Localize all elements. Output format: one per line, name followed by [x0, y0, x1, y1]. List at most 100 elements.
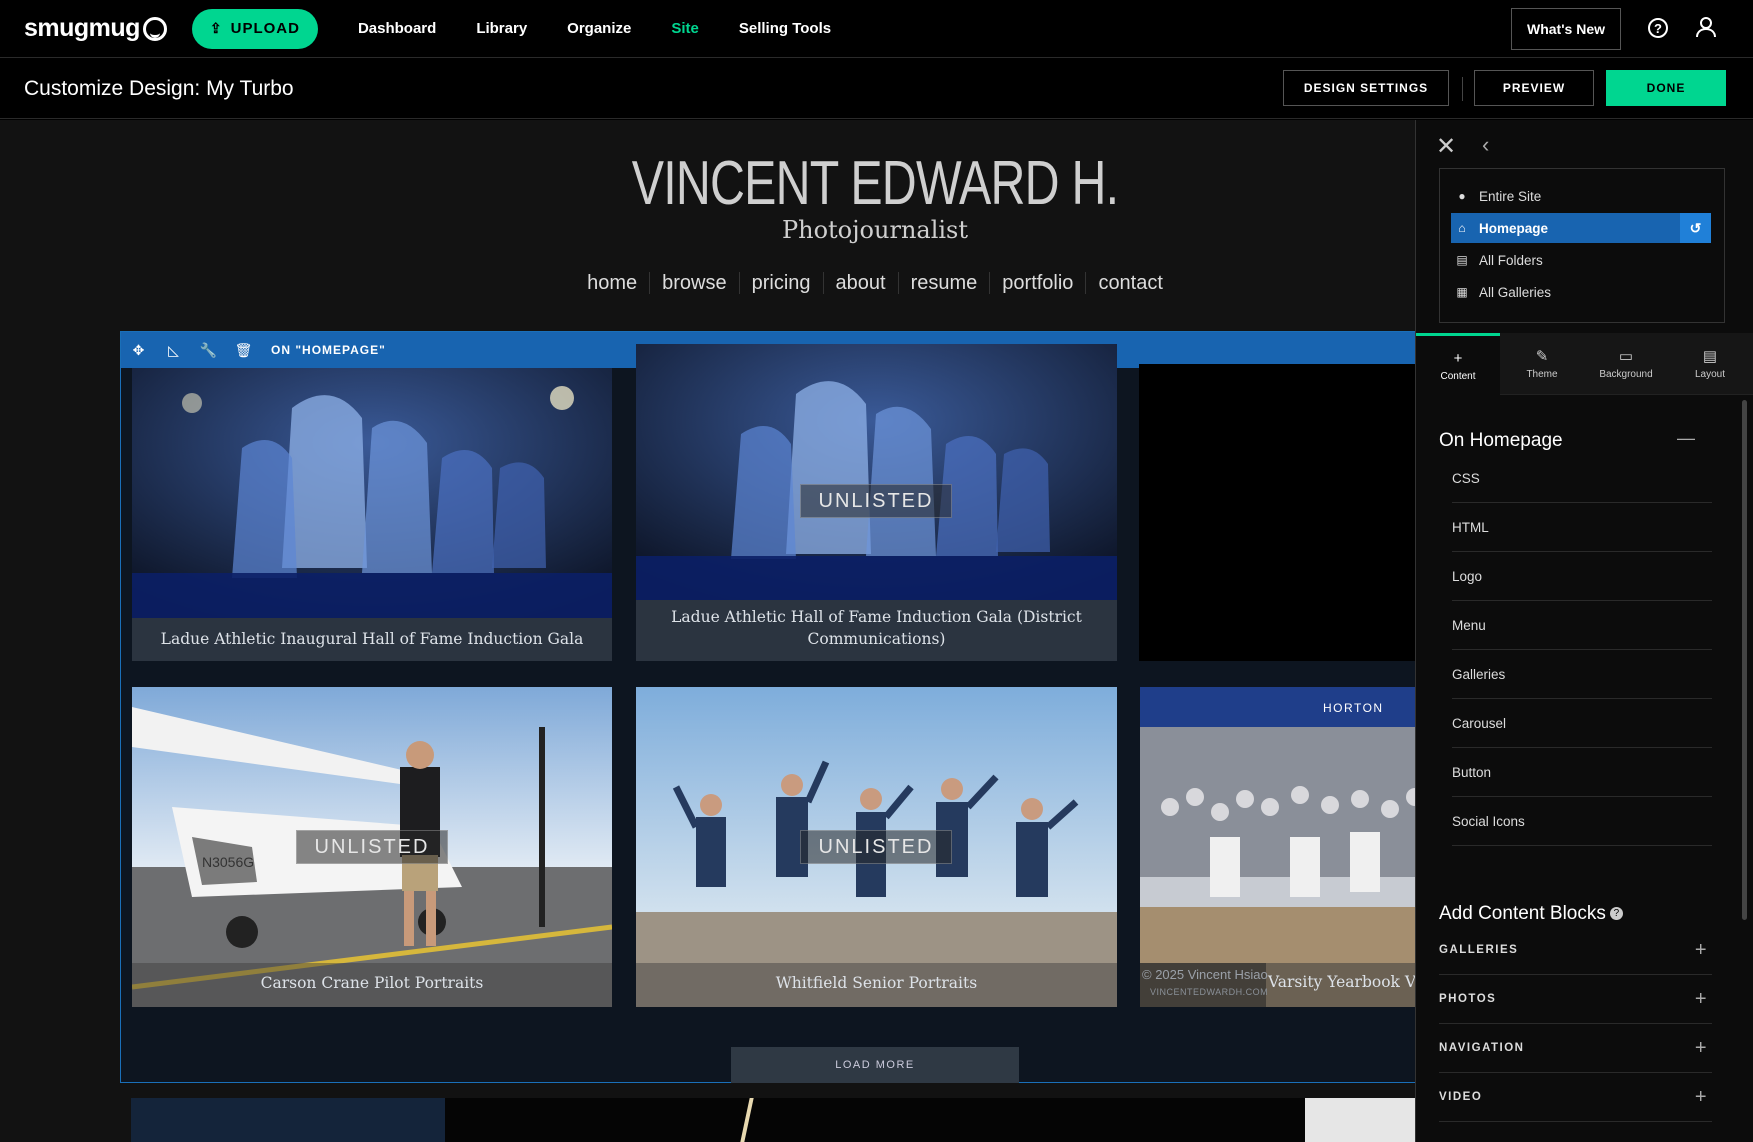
divider [1462, 77, 1463, 101]
unlisted-badge: UNLISTED [800, 484, 952, 518]
preview-button[interactable]: PREVIEW [1474, 70, 1594, 106]
nav-selling-tools[interactable]: Selling Tools [739, 20, 831, 37]
customize-panel: ✕ ‹ ● Entire Site ⌂ Homepage ↺ ▤ All Folders… [1415, 120, 1753, 1142]
gallery-card[interactable]: HORTON © 2025 Vincent Hsiao VINCENTEDWAR… [1140, 687, 1415, 1007]
nav-dashboard[interactable]: Dashboard [358, 20, 436, 37]
close-icon[interactable]: ✕ [1436, 132, 1456, 161]
globe-icon: ● [1458, 189, 1466, 203]
folder-icon: ▤ [1456, 253, 1468, 267]
plus-icon[interactable]: + [1695, 988, 1708, 1011]
nav-library[interactable]: Library [476, 20, 527, 37]
smugmug-logo[interactable]: smugmug [24, 14, 167, 43]
site-menu-resume[interactable]: resume [899, 272, 991, 294]
site-subtitle: Photojournalist [781, 216, 969, 244]
content-item-button[interactable]: Button [1452, 748, 1712, 797]
tab-background[interactable]: ▭ Background [1584, 333, 1668, 395]
gallery-card[interactable]: UNLISTED Ladue Athletic Hall of Fame Ind… [636, 344, 1117, 661]
gallery-icon: ▦ [1456, 285, 1468, 299]
add-video-row[interactable]: VIDEO + [1439, 1073, 1712, 1122]
scope-entire-site[interactable]: ● Entire Site [1451, 181, 1711, 211]
customize-bar: Customize Design: My Turbo DESIGN SETTIN… [0, 59, 1753, 119]
design-settings-button[interactable]: DESIGN SETTINGS [1283, 70, 1449, 106]
smugmug-face-icon [142, 16, 167, 41]
load-more-button[interactable]: LOAD MORE [731, 1047, 1019, 1083]
tab-content[interactable]: + Content [1416, 333, 1500, 395]
gallery-card[interactable] [1139, 344, 1415, 661]
content-item-galleries[interactable]: Galleries [1452, 650, 1712, 699]
trash-icon[interactable]: 🗑 [226, 342, 261, 359]
site-menu-pricing[interactable]: pricing [740, 272, 824, 294]
content-item-css[interactable]: CSS [1452, 454, 1712, 503]
tab-theme[interactable]: ✎ Theme [1500, 333, 1584, 395]
site-preview[interactable]: VINCENT EDWARD H. Photojournalist home b… [0, 120, 1415, 1142]
unlisted-badge: UNLISTED [296, 830, 448, 864]
brush-icon: ✎ [1535, 348, 1549, 365]
chevron-left-icon[interactable]: ‹ [1482, 132, 1489, 158]
light-streak [740, 1098, 754, 1142]
scope-all-folders[interactable]: ▤ All Folders [1451, 245, 1711, 275]
nav-organize[interactable]: Organize [567, 20, 631, 37]
gallery-thumbnail [636, 344, 1117, 600]
content-item-menu[interactable]: Menu [1452, 601, 1712, 650]
section-title-on-homepage: On Homepage [1439, 430, 1563, 451]
gallery-caption: Whitfield Senior Portraits [775, 974, 978, 992]
page-title: Customize Design: My Turbo [24, 77, 294, 100]
panel-scrollbar[interactable] [1742, 400, 1747, 920]
plus-icon[interactable]: + [1695, 1037, 1708, 1060]
next-block-image [1305, 1098, 1415, 1142]
site-title[interactable]: VINCENT EDWARD H. [193, 148, 1416, 219]
wrench-icon[interactable]: 🔧 [191, 342, 226, 359]
site-menu-contact[interactable]: contact [1086, 272, 1174, 294]
content-item-social-icons[interactable]: Social Icons [1452, 797, 1712, 846]
help-icon[interactable]: ? [1609, 907, 1623, 921]
content-item-carousel[interactable]: Carousel [1452, 699, 1712, 748]
galleries-content-block[interactable]: ✥ ◺ 🔧 🗑 ON "HOMEPAGE" Ladue Athletic Ina… [120, 331, 1415, 1083]
monitor-icon: ▭ [1618, 348, 1634, 365]
unlisted-badge: UNLISTED [800, 830, 952, 864]
next-block-image [445, 1098, 1305, 1142]
content-item-html[interactable]: HTML [1452, 503, 1712, 552]
next-block-image [131, 1098, 445, 1142]
add-photos-row[interactable]: PHOTOS + [1439, 975, 1712, 1024]
page-scope-selector: ● Entire Site ⌂ Homepage ↺ ▤ All Folders ▦ Al… [1439, 168, 1725, 323]
gallery-thumbnail [1140, 687, 1415, 1007]
site-menu: home browse pricing about resume portfol… [0, 272, 1415, 294]
gallery-card[interactable]: N3056G UNLISTED Carson Crane Pilot Portr… [132, 687, 612, 1007]
add-galleries-row[interactable]: GALLERIES + [1439, 926, 1712, 975]
add-navigation-row[interactable]: NAVIGATION + [1439, 1024, 1712, 1073]
done-button[interactable]: DONE [1606, 70, 1726, 106]
gallery-card[interactable]: Ladue Athletic Inaugural Hall of Fame In… [132, 368, 612, 661]
move-icon[interactable]: ✥ [121, 342, 156, 359]
site-menu-portfolio[interactable]: portfolio [990, 272, 1087, 294]
gallery-thumbnail [132, 368, 612, 618]
gallery-card[interactable]: UNLISTED Whitfield Senior Portraits [636, 687, 1117, 1007]
upload-icon: ⇪ [209, 20, 223, 36]
site-menu-about[interactable]: about [824, 272, 899, 294]
gallery-caption: Carson Crane Pilot Portraits [260, 974, 484, 992]
help-icon[interactable]: ? [1648, 18, 1668, 38]
top-navigation: smugmug ⇪ UPLOAD Dashboard Library Organi… [0, 0, 1753, 58]
upload-button[interactable]: ⇪ UPLOAD [191, 8, 318, 49]
svg-text:N3056G: N3056G [202, 854, 254, 870]
gallery-caption: Ladue Athletic Hall of Fame Induction Ga… [671, 608, 1082, 648]
site-menu-browse[interactable]: browse [650, 272, 740, 294]
scope-homepage[interactable]: ⌂ Homepage ↺ [1451, 213, 1711, 243]
revert-icon[interactable]: ↺ [1680, 213, 1711, 243]
user-account-icon[interactable] [1696, 16, 1716, 38]
image-sign-text: HORTON [1323, 701, 1384, 715]
home-icon: ⌂ [1458, 221, 1466, 235]
collapse-icon[interactable]: — [1677, 428, 1695, 449]
plus-icon: + [1453, 350, 1463, 367]
tab-layout[interactable]: ▤ Layout [1668, 333, 1752, 395]
add-content-blocks-title: Add Content Blocks? [1439, 903, 1623, 925]
scope-all-galleries[interactable]: ▦ All Galleries [1451, 277, 1711, 307]
layout-icon: ▤ [1702, 348, 1718, 365]
nav-site[interactable]: Site [671, 20, 699, 37]
resize-icon[interactable]: ◺ [156, 342, 191, 359]
plus-icon[interactable]: + [1695, 1086, 1708, 1109]
whats-new-button[interactable]: What's New [1511, 8, 1621, 50]
content-item-logo[interactable]: Logo [1452, 552, 1712, 601]
card-header-strip [1139, 344, 1415, 364]
site-menu-home[interactable]: home [575, 272, 651, 294]
plus-icon[interactable]: + [1695, 939, 1708, 962]
